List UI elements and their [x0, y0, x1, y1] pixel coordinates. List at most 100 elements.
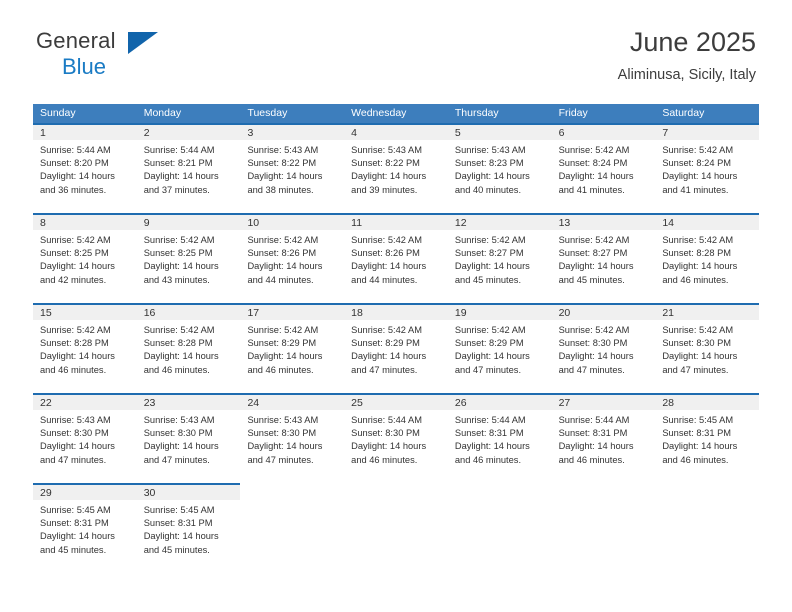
day-number: 3 [240, 123, 345, 140]
daylight-text: and 46 minutes. [662, 454, 729, 465]
day-details: Sunrise: 5:45 AM Sunset: 8:31 PM Daylight:… [655, 410, 759, 467]
sunset-text: Sunset: 8:27 PM [558, 248, 628, 259]
sunrise-text: Sunrise: 5:44 AM [351, 415, 422, 425]
day-number: 8 [33, 213, 137, 230]
day-number: 20 [551, 303, 656, 320]
daylight-text: Daylight: 14 hours [247, 261, 323, 272]
generalblue-logo[interactable]: General Blue [36, 30, 216, 82]
calendar-week-row: 22 Sunrise: 5:43 AM Sunset: 8:30 PM Dayligh… [33, 393, 760, 483]
day-details: Sunrise: 5:43 AM Sunset: 8:30 PM Daylight:… [33, 410, 137, 467]
sunset-text: Sunset: 8:30 PM [247, 428, 317, 439]
day-cell-20[interactable]: 20 Sunrise: 5:42 AM Sunset: 8:30 PM Dayligh… [551, 303, 656, 393]
day-cell-24[interactable]: 24 Sunrise: 5:43 AM Sunset: 8:30 PM Dayligh… [240, 393, 345, 483]
day-cell-4[interactable]: 4 Sunrise: 5:43 AM Sunset: 8:22 PM Daylight… [344, 123, 448, 213]
sunset-text: Sunset: 8:21 PM [143, 158, 213, 169]
day-cell-25[interactable]: 25 Sunrise: 5:44 AM Sunset: 8:30 PM Dayligh… [344, 393, 448, 483]
daylight-text: and 46 minutes. [40, 364, 107, 375]
daylight-text: Daylight: 14 hours [40, 261, 115, 272]
day-details: Sunrise: 5:43 AM Sunset: 8:30 PM Daylight:… [137, 410, 241, 467]
sunrise-text: Sunrise: 5:43 AM [247, 415, 319, 425]
day-cell-empty [344, 483, 448, 573]
weekday-header-sunday: Sunday [40, 107, 76, 119]
day-details: Sunrise: 5:44 AM Sunset: 8:21 PM Daylight:… [137, 140, 241, 197]
day-cell-19[interactable]: 19 Sunrise: 5:42 AM Sunset: 8:29 PM Dayligh… [447, 303, 552, 393]
day-details: Sunrise: 5:44 AM Sunset: 8:31 PM Daylight:… [448, 410, 552, 467]
day-number: 22 [33, 393, 137, 410]
daylight-text: and 47 minutes. [351, 364, 418, 375]
day-details: Sunrise: 5:43 AM Sunset: 8:30 PM Daylight:… [240, 410, 344, 467]
day-cell-7[interactable]: 7 Sunrise: 5:42 AM Sunset: 8:24 PM Daylight… [655, 123, 760, 213]
daylight-text: and 46 minutes. [143, 364, 210, 375]
day-cell-9[interactable]: 9 Sunrise: 5:42 AM Sunset: 8:25 PM Daylight… [136, 213, 241, 303]
day-cell-21[interactable]: 21 Sunrise: 5:42 AM Sunset: 8:30 PM Dayligh… [655, 303, 760, 393]
day-number: 18 [344, 303, 448, 320]
day-cell-16[interactable]: 16 Sunrise: 5:42 AM Sunset: 8:28 PM Dayligh… [136, 303, 241, 393]
day-cell-8[interactable]: 8 Sunrise: 5:42 AM Sunset: 8:25 PM Daylight… [33, 213, 137, 303]
daylight-text: and 42 minutes. [40, 274, 107, 285]
day-details: Sunrise: 5:43 AM Sunset: 8:22 PM Daylight:… [344, 140, 448, 197]
sunrise-text: Sunrise: 5:42 AM [351, 235, 422, 245]
day-details: Sunrise: 5:42 AM Sunset: 8:25 PM Daylight:… [137, 230, 241, 287]
day-details: Sunrise: 5:42 AM Sunset: 8:28 PM Daylight:… [655, 230, 759, 287]
daylight-text: Daylight: 14 hours [662, 261, 738, 272]
day-cell-15[interactable]: 15 Sunrise: 5:42 AM Sunset: 8:28 PM Dayligh… [33, 303, 137, 393]
day-cell-27[interactable]: 27 Sunrise: 5:44 AM Sunset: 8:31 PM Dayligh… [551, 393, 656, 483]
day-number: 13 [551, 213, 656, 230]
sunrise-text: Sunrise: 5:42 AM [40, 235, 111, 245]
calendar-week-row: 1 Sunrise: 5:44 AM Sunset: 8:20 PM Daylight… [33, 123, 760, 213]
daylight-text: Daylight: 14 hours [558, 171, 634, 182]
day-details: Sunrise: 5:42 AM Sunset: 8:29 PM Daylight:… [240, 320, 344, 377]
sunset-text: Sunset: 8:24 PM [662, 158, 732, 169]
sunset-text: Sunset: 8:29 PM [247, 338, 317, 349]
sunrise-text: Sunrise: 5:42 AM [662, 145, 734, 155]
sunrise-text: Sunrise: 5:42 AM [558, 145, 630, 155]
sunrise-text: Sunrise: 5:42 AM [454, 325, 526, 335]
day-cell-13[interactable]: 13 Sunrise: 5:42 AM Sunset: 8:27 PM Dayligh… [551, 213, 656, 303]
day-cell-empty [240, 483, 344, 573]
day-details: Sunrise: 5:44 AM Sunset: 8:31 PM Daylight:… [552, 410, 656, 467]
day-cell-17[interactable]: 17 Sunrise: 5:42 AM Sunset: 8:29 PM Dayligh… [240, 303, 345, 393]
daylight-text: Daylight: 14 hours [662, 171, 738, 182]
daylight-text: Daylight: 14 hours [558, 441, 634, 452]
logo-text-general: General [36, 28, 116, 53]
day-cell-1[interactable]: 1 Sunrise: 5:44 AM Sunset: 8:20 PM Daylight… [33, 123, 137, 213]
day-cell-28[interactable]: 28 Sunrise: 5:45 AM Sunset: 8:31 PM Dayligh… [655, 393, 760, 483]
daylight-text: Daylight: 14 hours [558, 351, 634, 362]
sunrise-text: Sunrise: 5:43 AM [351, 145, 422, 155]
day-cell-18[interactable]: 18 Sunrise: 5:42 AM Sunset: 8:29 PM Dayligh… [344, 303, 448, 393]
daylight-text: Daylight: 14 hours [40, 171, 115, 182]
day-cell-12[interactable]: 12 Sunrise: 5:42 AM Sunset: 8:27 PM Dayligh… [447, 213, 552, 303]
day-cell-10[interactable]: 10 Sunrise: 5:42 AM Sunset: 8:26 PM Dayligh… [240, 213, 345, 303]
sunrise-text: Sunrise: 5:45 AM [143, 505, 215, 515]
day-cell-5[interactable]: 5 Sunrise: 5:43 AM Sunset: 8:23 PM Daylight… [447, 123, 552, 213]
day-details: Sunrise: 5:42 AM Sunset: 8:24 PM Daylight:… [655, 140, 759, 197]
day-cell-3[interactable]: 3 Sunrise: 5:43 AM Sunset: 8:22 PM Daylight… [240, 123, 345, 213]
day-number: 2 [136, 123, 241, 140]
sunrise-text: Sunrise: 5:42 AM [454, 235, 526, 245]
day-details: Sunrise: 5:42 AM Sunset: 8:26 PM Daylight:… [344, 230, 448, 287]
day-details: Sunrise: 5:42 AM Sunset: 8:28 PM Daylight:… [137, 320, 241, 377]
daylight-text: and 47 minutes. [247, 454, 314, 465]
day-cell-29[interactable]: 29 Sunrise: 5:45 AM Sunset: 8:31 PM Dayligh… [33, 483, 137, 573]
day-number: 23 [136, 393, 241, 410]
day-cell-22[interactable]: 22 Sunrise: 5:43 AM Sunset: 8:30 PM Dayligh… [33, 393, 137, 483]
sunrise-text: Sunrise: 5:45 AM [662, 415, 734, 425]
sunrise-text: Sunrise: 5:44 AM [558, 415, 630, 425]
daylight-text: Daylight: 14 hours [351, 261, 427, 272]
location-subtitle: Aliminusa, Sicily, Italy [617, 66, 756, 83]
day-number: 9 [136, 213, 241, 230]
sunset-text: Sunset: 8:29 PM [454, 338, 524, 349]
day-cell-14[interactable]: 14 Sunrise: 5:42 AM Sunset: 8:28 PM Dayligh… [655, 213, 760, 303]
day-details: Sunrise: 5:45 AM Sunset: 8:31 PM Daylight:… [137, 500, 241, 557]
day-details: Sunrise: 5:42 AM Sunset: 8:30 PM Daylight:… [655, 320, 759, 377]
sunrise-text: Sunrise: 5:42 AM [247, 235, 319, 245]
daylight-text: Daylight: 14 hours [351, 171, 427, 182]
day-cell-26[interactable]: 26 Sunrise: 5:44 AM Sunset: 8:31 PM Dayligh… [447, 393, 552, 483]
day-cell-2[interactable]: 2 Sunrise: 5:44 AM Sunset: 8:21 PM Daylight… [136, 123, 241, 213]
day-cell-30[interactable]: 30 Sunrise: 5:45 AM Sunset: 8:31 PM Dayligh… [136, 483, 241, 573]
daylight-text: and 40 minutes. [454, 184, 522, 195]
daylight-text: and 39 minutes. [351, 184, 418, 195]
day-cell-6[interactable]: 6 Sunrise: 5:42 AM Sunset: 8:24 PM Daylight… [551, 123, 656, 213]
day-cell-23[interactable]: 23 Sunrise: 5:43 AM Sunset: 8:30 PM Dayligh… [136, 393, 241, 483]
day-cell-11[interactable]: 11 Sunrise: 5:42 AM Sunset: 8:26 PM Dayligh… [344, 213, 448, 303]
